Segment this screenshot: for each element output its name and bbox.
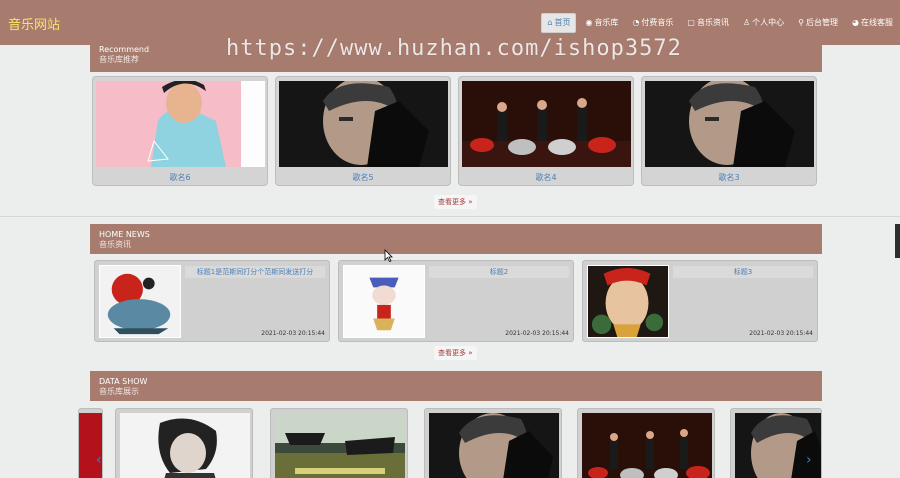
datashow-title-en: DATA SHOW [99, 377, 148, 386]
recommend-card[interactable]: 歌名3 [641, 76, 817, 186]
carousel-next-icon[interactable]: › [806, 452, 812, 468]
show-cover-image [429, 413, 559, 478]
show-card[interactable] [270, 408, 408, 478]
news-thumbnail [343, 265, 425, 338]
carousel-prev-icon[interactable]: ‹ [96, 452, 102, 468]
recommend-more-link[interactable]: 查看更多 » [434, 195, 477, 209]
nav-music-news[interactable]: ▢ 音乐资讯 [682, 13, 734, 33]
main-nav: ⌂ 首页 ◉ 音乐库 ◔ 付费音乐 ▢ 音乐资讯 ♙ 个人中心 ⚲ 后台管理 ◕ 在线客服 [541, 13, 898, 33]
show-cover-image [735, 413, 821, 478]
news-title[interactable]: 标题2 [429, 266, 569, 278]
show-cover-image [79, 413, 102, 478]
news-thumbnail [587, 265, 669, 338]
news-card[interactable]: 标题1是范斯同打分个范斯同发送打分 2021-02-03 20:15:44 [94, 260, 330, 342]
news-thumbnail [99, 265, 181, 338]
music-library-icon: ◉ [585, 18, 593, 27]
user-icon: ♙ [742, 18, 751, 27]
song-name[interactable]: 歌名6 [93, 172, 267, 183]
news-title-cn: 音乐资讯 [99, 240, 131, 249]
nav-paid-music[interactable]: ◔ 付费音乐 [627, 13, 678, 33]
show-card[interactable] [115, 408, 253, 478]
song-cover-image [279, 81, 448, 167]
news-date: 2021-02-03 20:15:44 [505, 330, 569, 337]
song-cover-image [462, 81, 631, 167]
nav-admin[interactable]: ⚲ 后台管理 [793, 13, 843, 33]
news-header: HOME NEWS 音乐资讯 [90, 224, 822, 254]
song-cover-image [96, 81, 265, 167]
song-name[interactable]: 歌名4 [459, 172, 633, 183]
song-cover-image [645, 81, 814, 167]
recommend-card[interactable]: 歌名4 [458, 76, 634, 186]
datashow-title-cn: 音乐库展示 [99, 387, 139, 396]
show-card[interactable] [424, 408, 562, 478]
news-card[interactable]: 标题2 2021-02-03 20:15:44 [338, 260, 574, 342]
datashow-header: DATA SHOW 音乐库展示 [90, 371, 822, 401]
section-divider [0, 216, 900, 217]
nav-user-center[interactable]: ♙ 个人中心 [738, 13, 789, 33]
recommend-card[interactable]: 歌名6 [92, 76, 268, 186]
news-date: 2021-02-03 20:15:44 [749, 330, 813, 337]
show-cover-image [582, 413, 712, 478]
paid-music-icon: ◔ [632, 18, 640, 27]
song-name[interactable]: 歌名5 [276, 172, 450, 183]
news-card[interactable]: 标题3 2021-02-03 20:15:44 [582, 260, 818, 342]
home-icon: ⌂ [547, 18, 553, 27]
site-logo[interactable]: 音乐网站 [8, 14, 60, 33]
song-name[interactable]: 歌名3 [642, 172, 816, 183]
show-cover-image [120, 413, 250, 478]
nav-label: 首页 [554, 18, 571, 27]
page-scrollbar[interactable] [895, 224, 900, 258]
news-title[interactable]: 标题1是范斯同打分个范斯同发送打分 [185, 266, 325, 278]
nav-label: 个人中心 [752, 18, 785, 27]
news-icon: ▢ [687, 18, 695, 27]
nav-label: 付费音乐 [641, 18, 674, 27]
admin-icon: ⚲ [798, 18, 805, 27]
support-icon: ◕ [852, 18, 859, 27]
nav-label: 音乐库 [594, 18, 619, 27]
news-title[interactable]: 标题3 [673, 266, 813, 278]
show-card[interactable] [577, 408, 715, 478]
news-title-en: HOME NEWS [99, 230, 150, 239]
news-more-link[interactable]: 查看更多 » [434, 346, 477, 360]
news-date: 2021-02-03 20:15:44 [261, 330, 325, 337]
show-cover-image [275, 413, 405, 478]
watermark: https://www.huzhan.com/ishop3572 [226, 36, 682, 61]
nav-home[interactable]: ⌂ 首页 [541, 13, 577, 33]
nav-music-library[interactable]: ◉ 音乐库 [580, 13, 623, 33]
nav-label: 后台管理 [806, 18, 839, 27]
nav-label: 音乐资讯 [696, 18, 729, 27]
nav-label: 在线客服 [861, 18, 893, 27]
recommend-card[interactable]: 歌名5 [275, 76, 451, 186]
nav-online-support[interactable]: ◕ 在线客服 [847, 13, 898, 33]
mouse-cursor-icon [384, 249, 393, 262]
